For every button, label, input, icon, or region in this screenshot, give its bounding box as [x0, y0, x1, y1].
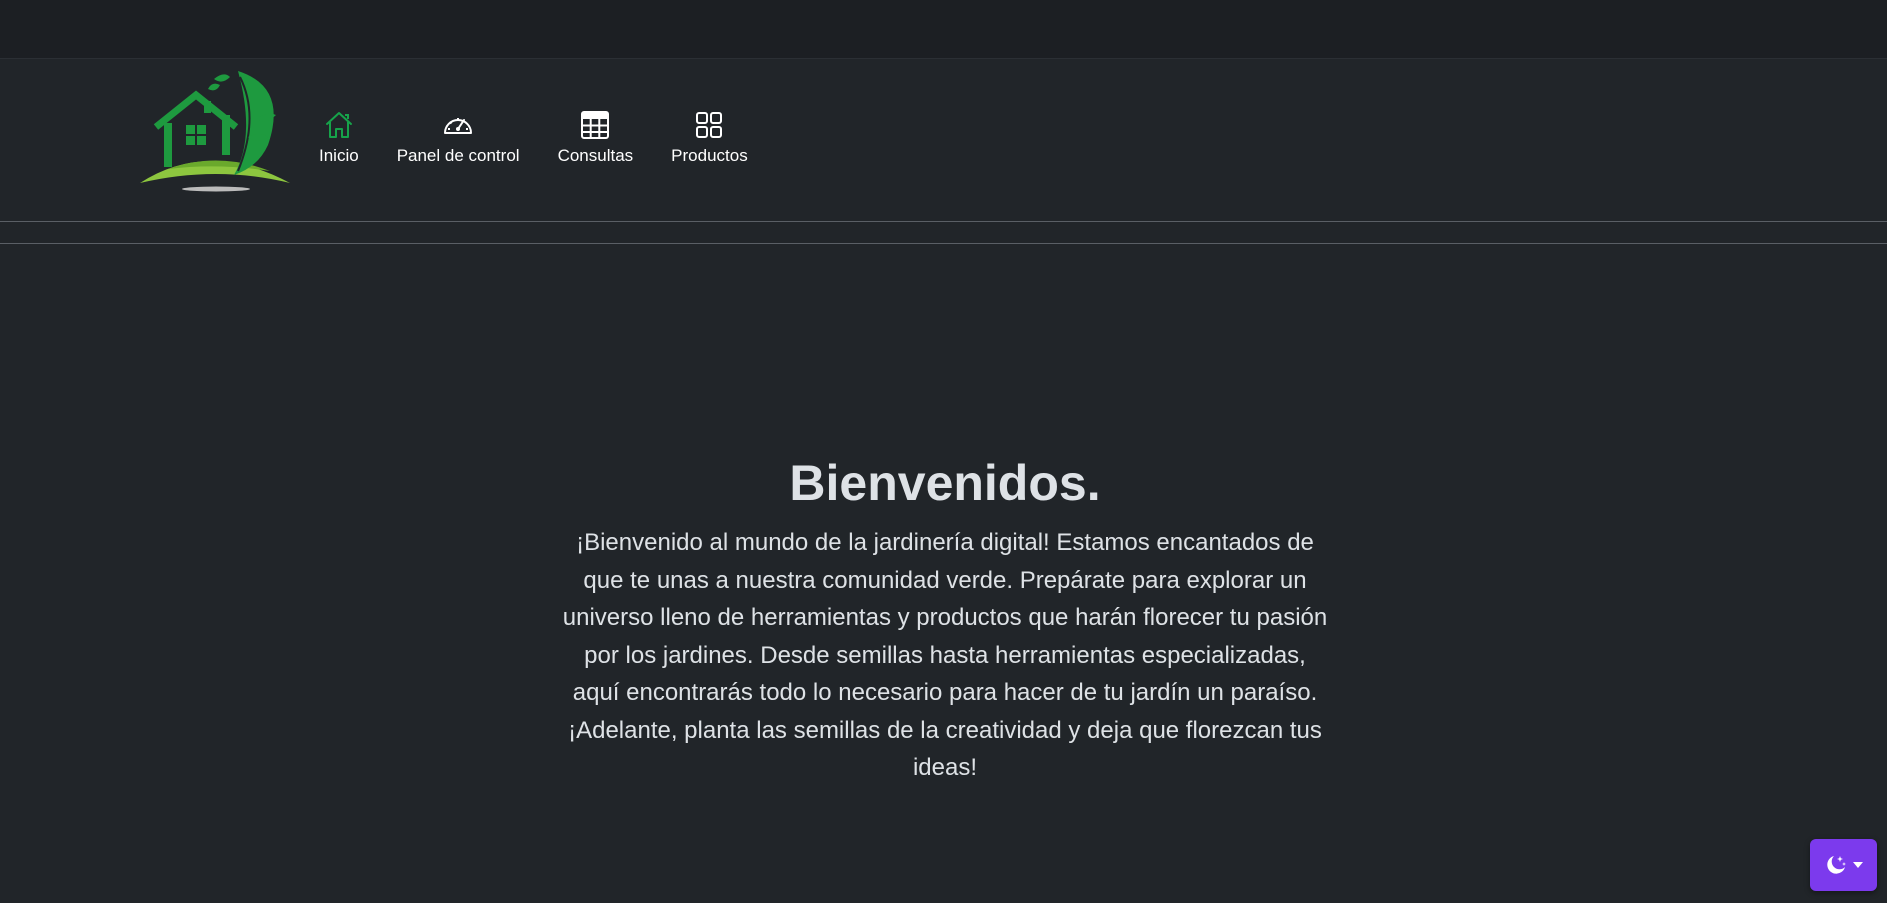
page-title: Bienvenidos.	[789, 455, 1101, 511]
nav-item-label: Panel de control	[396, 146, 520, 165]
logo[interactable]	[138, 67, 294, 195]
welcome-text: ¡Bienvenido al mundo de la jardinería di…	[562, 529, 1328, 781]
nav-item-productos[interactable]: Productos	[652, 109, 767, 166]
main-nav: Inicio Panel de control Consultas Produc…	[300, 109, 767, 166]
nav-item-label: Productos	[671, 146, 748, 165]
nav-item-label: Consultas	[557, 146, 634, 165]
divider	[0, 243, 1887, 244]
speedometer-icon	[444, 118, 473, 134]
theme-toggle-button[interactable]	[1810, 839, 1877, 891]
nav-item-consultas[interactable]: Consultas	[539, 109, 653, 166]
navbar: Inicio Panel de control Consultas Produc…	[0, 59, 1887, 222]
grid-icon	[696, 112, 723, 138]
moon-stars-icon	[1826, 856, 1846, 874]
nav-item-inicio[interactable]: Inicio	[300, 109, 378, 166]
top-strip	[0, 0, 1887, 59]
hero: Bienvenidos. ¡Bienvenido al mundo de la …	[560, 450, 1330, 787]
home-icon	[325, 112, 352, 138]
house-leaf-logo-icon	[140, 71, 290, 192]
table-icon	[581, 111, 610, 139]
caret-down-icon	[1852, 862, 1863, 868]
nav-item-label: Inicio	[319, 146, 359, 165]
nav-item-panel-de-control[interactable]: Panel de control	[378, 109, 539, 166]
